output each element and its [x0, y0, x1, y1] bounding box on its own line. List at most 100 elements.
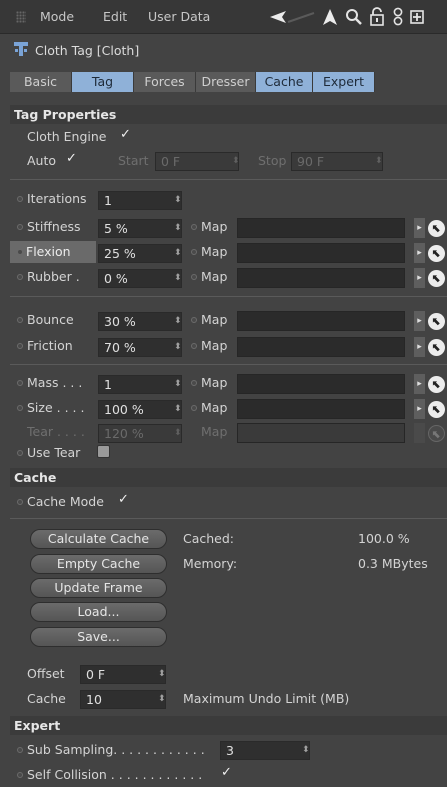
tab-dresser[interactable]: Dresser — [196, 72, 256, 92]
memory-value: 0.3 MBytes — [358, 556, 428, 571]
up-arrow-icon[interactable] — [322, 8, 338, 26]
cloth-engine-checkbox[interactable]: ✓ — [120, 127, 131, 142]
max-undo-label: Maximum Undo Limit (MB) — [183, 691, 350, 706]
animate-dot-icon[interactable] — [17, 224, 23, 230]
tear-field[interactable]: 120 % — [98, 424, 182, 443]
calculate-cache-button[interactable]: Calculate Cache — [30, 529, 167, 549]
cache-limit-field[interactable]: 10 — [80, 690, 166, 709]
friction-map-menu-icon[interactable]: ▸ — [414, 337, 425, 357]
tab-basic[interactable]: Basic — [10, 72, 72, 92]
animate-dot-icon[interactable] — [191, 224, 197, 230]
friction-field[interactable]: 70 % — [98, 338, 182, 357]
flexion-map-field[interactable] — [237, 243, 405, 263]
animate-dot-icon[interactable] — [17, 274, 23, 280]
menu-mode[interactable]: Mode — [40, 9, 74, 24]
tab-tag[interactable]: Tag — [72, 72, 134, 92]
flexion-spinner-icon[interactable]: ⬍ — [174, 249, 182, 258]
stiffness-label: Stiffness — [27, 219, 81, 234]
mass-map-menu-icon[interactable]: ▸ — [414, 374, 425, 394]
animate-dot-icon[interactable] — [191, 380, 197, 386]
iterations-spinner-icon[interactable]: ⬍ — [174, 196, 182, 205]
animate-dot-icon[interactable] — [191, 249, 197, 255]
stiffness-field[interactable]: 5 % — [98, 219, 182, 238]
rubber-map-menu-icon[interactable]: ▸ — [414, 268, 425, 288]
cache-limit-spinner-icon[interactable]: ⬍ — [158, 695, 166, 704]
mass-spinner-icon[interactable]: ⬍ — [174, 380, 182, 389]
lock-icon[interactable] — [369, 7, 385, 26]
rubber-spinner-icon[interactable]: ⬍ — [174, 274, 182, 283]
tab-forces[interactable]: Forces — [134, 72, 196, 92]
animate-dot-icon[interactable] — [17, 196, 23, 202]
stop-spinner-icon[interactable]: ⬍ — [375, 157, 383, 166]
stiffness-map-field[interactable] — [237, 218, 405, 238]
animate-dot-icon[interactable] — [17, 450, 23, 456]
search-icon[interactable] — [345, 8, 363, 26]
animate-dot-icon[interactable] — [17, 747, 23, 753]
stop-field[interactable]: 90 F — [291, 152, 383, 171]
tear-map-menu-icon[interactable] — [414, 423, 425, 443]
rubber-map-field[interactable] — [237, 268, 405, 288]
flexion-field[interactable]: 25 % — [98, 244, 182, 263]
offset-spinner-icon[interactable]: ⬍ — [158, 670, 166, 679]
grip-handle-icon[interactable] — [16, 11, 26, 23]
animate-dot-icon[interactable] — [191, 405, 197, 411]
bounce-map-field[interactable] — [237, 311, 405, 331]
start-spinner-icon[interactable]: ⬍ — [232, 157, 240, 166]
bounce-field[interactable]: 30 % — [98, 312, 182, 331]
animate-dot-icon[interactable] — [191, 343, 197, 349]
size-field[interactable]: 100 % — [98, 400, 182, 419]
mass-field[interactable]: 1 — [98, 375, 182, 394]
mass-map-pick-icon[interactable]: ⬉ — [428, 376, 445, 393]
iterations-field[interactable]: 1 — [98, 191, 182, 210]
cache-mode-checkbox[interactable]: ✓ — [118, 492, 129, 507]
tab-cache[interactable]: Cache — [256, 72, 313, 92]
size-map-field[interactable] — [237, 399, 405, 419]
size-map-menu-icon[interactable]: ▸ — [414, 399, 425, 419]
sub-sampling-field[interactable]: 3 — [220, 741, 310, 760]
self-collision-checkbox[interactable]: ✓ — [221, 765, 232, 780]
update-frame-button[interactable]: Update Frame — [30, 578, 167, 598]
new-window-icon[interactable] — [410, 7, 424, 27]
menu-edit[interactable]: Edit — [103, 9, 127, 24]
size-map-pick-icon[interactable]: ⬉ — [428, 401, 445, 418]
empty-cache-button[interactable]: Empty Cache — [30, 554, 167, 574]
rubber-map-pick-icon[interactable]: ⬉ — [428, 270, 445, 287]
friction-map-field[interactable] — [237, 337, 405, 357]
stiffness-map-pick-icon[interactable]: ⬉ — [428, 220, 445, 237]
back-arrow-icon[interactable] — [268, 9, 316, 25]
bounce-spinner-icon[interactable]: ⬍ — [174, 317, 182, 326]
animate-dot-icon[interactable] — [17, 499, 23, 505]
tear-map-field[interactable] — [237, 423, 405, 443]
animate-dot-icon[interactable] — [17, 317, 23, 323]
animate-dot-icon[interactable] — [17, 249, 23, 255]
animate-dot-icon[interactable] — [191, 274, 197, 280]
link-icon[interactable] — [392, 7, 404, 27]
tear-spinner-icon[interactable]: ⬍ — [174, 429, 182, 438]
mass-map-field[interactable] — [237, 374, 405, 394]
friction-map-pick-icon[interactable]: ⬉ — [428, 339, 445, 356]
animate-dot-icon[interactable] — [191, 317, 197, 323]
animate-dot-icon[interactable] — [17, 380, 23, 386]
tab-expert[interactable]: Expert — [313, 72, 375, 92]
load-button[interactable]: Load... — [30, 602, 167, 622]
offset-field[interactable]: 0 F — [80, 665, 166, 684]
stiffness-spinner-icon[interactable]: ⬍ — [174, 224, 182, 233]
auto-checkbox[interactable]: ✓ — [66, 151, 77, 166]
menu-user-data[interactable]: User Data — [148, 9, 210, 24]
animate-dot-icon[interactable] — [17, 405, 23, 411]
tear-map-pick-icon[interactable]: ⬉ — [428, 425, 445, 442]
bounce-map-menu-icon[interactable]: ▸ — [414, 311, 425, 331]
save-button[interactable]: Save... — [30, 627, 167, 647]
animate-dot-icon[interactable] — [17, 772, 23, 778]
sub-sampling-spinner-icon[interactable]: ⬍ — [302, 746, 310, 755]
bounce-map-pick-icon[interactable]: ⬉ — [428, 313, 445, 330]
use-tear-checkbox[interactable] — [97, 445, 110, 458]
flexion-map-pick-icon[interactable]: ⬉ — [428, 245, 445, 262]
friction-spinner-icon[interactable]: ⬍ — [174, 343, 182, 352]
start-field[interactable]: 0 F — [155, 152, 239, 171]
rubber-field[interactable]: 0 % — [98, 269, 182, 288]
stiffness-map-menu-icon[interactable]: ▸ — [414, 218, 425, 238]
animate-dot-icon[interactable] — [17, 343, 23, 349]
size-spinner-icon[interactable]: ⬍ — [174, 405, 182, 414]
flexion-map-menu-icon[interactable]: ▸ — [414, 243, 425, 263]
